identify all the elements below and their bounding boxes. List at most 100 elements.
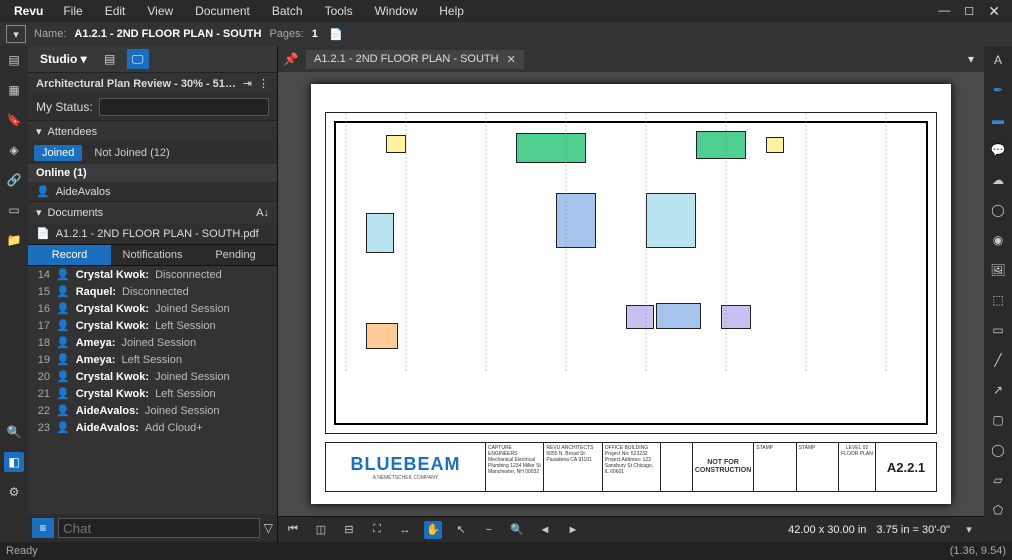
tab-close-icon[interactable]: ✕ (507, 53, 516, 66)
tool-poly-icon[interactable]: ▱ (988, 470, 1008, 490)
tool-callout-icon[interactable]: ◯ (988, 200, 1008, 220)
menu-file[interactable]: File (53, 4, 92, 18)
fit-page-icon[interactable]: ⛶ (368, 521, 386, 539)
new-doc-dropdown[interactable]: ▾ (6, 25, 26, 43)
document-canvas[interactable]: BLUEBEAM A NEMETSCHEK COMPANY CAPTURE EN… (278, 72, 984, 516)
chat-filter-icon[interactable]: ▽ (264, 521, 273, 535)
record-row: 16👤Crystal Kwok:Joined Session (28, 300, 277, 317)
tab-record[interactable]: Record (28, 245, 111, 265)
tool-pen-icon[interactable]: ✒ (988, 80, 1008, 100)
panel-projects-icon[interactable]: 🖵 (127, 49, 149, 69)
not-joined-pill[interactable]: Not Joined (12) (86, 145, 177, 161)
menu-help[interactable]: Help (429, 4, 474, 18)
menu-batch[interactable]: Batch (262, 4, 313, 18)
menu-bar: Revu File Edit View Document Batch Tools… (0, 0, 1012, 22)
rail-forms-icon[interactable]: ▭ (4, 200, 24, 220)
tool-text-icon[interactable]: A (988, 50, 1008, 70)
tool-line-icon[interactable]: ╱ (988, 350, 1008, 370)
name-label: Name: (34, 28, 66, 40)
attendees-toggle[interactable]: ▾ (36, 125, 42, 138)
tool-stamp-icon[interactable]: ◉ (988, 230, 1008, 250)
title-block: BLUEBEAM A NEMETSCHEK COMPANY CAPTURE EN… (325, 442, 937, 492)
zoom-in-icon[interactable]: 🔍 (508, 521, 526, 539)
rail-grid-icon[interactable]: ▦ (4, 80, 24, 100)
session-menu-icon[interactable]: ⋮ (258, 77, 269, 90)
attendee-row[interactable]: 👤 AideAvalos (28, 182, 277, 201)
split-h-icon[interactable]: ◫ (312, 521, 330, 539)
record-row: 17👤Crystal Kwok:Left Session (28, 317, 277, 334)
tool-ellipse-icon[interactable]: ◯ (988, 440, 1008, 460)
rail-thumbnails-icon[interactable]: ▤ (4, 50, 24, 70)
menu-edit[interactable]: Edit (95, 4, 136, 18)
record-row: 21👤Crystal Kwok:Left Session (28, 385, 277, 402)
tab-notifications[interactable]: Notifications (111, 245, 194, 265)
pages-label: Pages: (269, 28, 303, 40)
record-row: 19👤Ameya:Left Session (28, 351, 277, 368)
tool-note-icon[interactable]: 💬 (988, 140, 1008, 160)
record-row: 18👤Ameya:Joined Session (28, 334, 277, 351)
attendee-name: AideAvalos (56, 186, 111, 198)
document-item[interactable]: 📄 A1.2.1 - 2ND FLOOR PLAN - SOUTH.pdf (28, 223, 277, 244)
rail-bookmark-icon[interactable]: 🔖 (4, 110, 24, 130)
menu-window[interactable]: Window (365, 4, 428, 18)
tool-shape-icon[interactable]: ⬠ (988, 500, 1008, 520)
status-ready: Ready (6, 545, 38, 557)
select-icon[interactable]: ↖ (452, 521, 470, 539)
chat-input[interactable] (58, 518, 260, 538)
minimize-icon[interactable]: — (938, 3, 950, 20)
first-page-icon[interactable]: ⏮ (284, 521, 302, 539)
tool-image-icon[interactable]: 🖼 (988, 260, 1008, 280)
tool-sel-icon[interactable]: ▭ (988, 320, 1008, 340)
scale-dropdown-icon[interactable]: ▾ (960, 521, 978, 539)
tab-pending[interactable]: Pending (194, 245, 277, 265)
tab-overflow-icon[interactable]: ▾ (962, 52, 980, 66)
rail-studio-icon[interactable]: ◧ (4, 452, 24, 472)
tool-crop-icon[interactable]: ⬚ (988, 290, 1008, 310)
tool-rect-icon[interactable]: ▢ (988, 410, 1008, 430)
session-name-row: Architectural Plan Review - 30% - 518-46… (28, 72, 277, 94)
tab-title: A1.2.1 - 2ND FLOOR PLAN - SOUTH (314, 53, 499, 65)
tool-cloud-icon[interactable]: ☁ (988, 170, 1008, 190)
document-filename: A1.2.1 - 2ND FLOOR PLAN - SOUTH.pdf (56, 228, 259, 240)
leave-session-icon[interactable]: ⇥ (243, 77, 252, 90)
fit-width-icon[interactable]: ↔ (396, 521, 414, 539)
page-action-icon[interactable]: 📄 (326, 25, 346, 43)
documents-toggle[interactable]: ▾ (36, 206, 42, 219)
pin-icon[interactable]: 📌 (282, 50, 300, 68)
sheet-number: A2.2.1 (876, 443, 936, 491)
joined-pill[interactable]: Joined (34, 145, 82, 161)
sort-icon[interactable]: A↓ (256, 207, 269, 219)
tool-highlight-icon[interactable]: ▬ (988, 110, 1008, 130)
rail-settings-icon[interactable]: ⚙ (4, 482, 24, 502)
person-icon: 👤 (56, 421, 70, 434)
panel-sessions-icon[interactable]: ▤ (99, 49, 121, 69)
rail-file-icon[interactable]: 📁 (4, 230, 24, 250)
rail-layers-icon[interactable]: ◈ (4, 140, 24, 160)
chat-toggle-icon[interactable]: ≡ (32, 518, 54, 538)
my-status-dropdown[interactable] (99, 98, 269, 116)
record-row: 14👤Crystal Kwok:Disconnected (28, 266, 277, 283)
prev-view-icon[interactable]: ◄ (536, 521, 554, 539)
rail-links-icon[interactable]: 🔗 (4, 170, 24, 190)
document-tab[interactable]: A1.2.1 - 2ND FLOOR PLAN - SOUTH ✕ (306, 50, 524, 69)
person-icon: 👤 (56, 285, 70, 298)
close-icon[interactable]: ✕ (988, 3, 1000, 20)
doc-name: A1.2.1 - 2ND FLOOR PLAN - SOUTH (74, 28, 261, 40)
menu-tools[interactable]: Tools (315, 4, 363, 18)
next-view-icon[interactable]: ► (564, 521, 582, 539)
tool-arrow-icon[interactable]: ↗ (988, 380, 1008, 400)
my-status-label: My Status: (36, 100, 93, 114)
maximize-icon[interactable]: ◻ (964, 3, 974, 20)
record-list[interactable]: 14👤Crystal Kwok:Disconnected 15👤Raquel:D… (28, 266, 277, 514)
menu-document[interactable]: Document (185, 4, 260, 18)
zoom-out-icon[interactable]: − (480, 521, 498, 539)
studio-dropdown[interactable]: Studio ▾ (34, 50, 93, 68)
online-header: Online (1) (28, 164, 277, 182)
pan-icon[interactable]: ✋ (424, 521, 442, 539)
rail-search-icon[interactable]: 🔍 (4, 422, 24, 442)
menu-view[interactable]: View (137, 4, 183, 18)
page-scale: 3.75 in = 30'-0" (876, 524, 950, 536)
split-v-icon[interactable]: ⊟ (340, 521, 358, 539)
brand: Revu (6, 4, 51, 18)
record-row: 20👤Crystal Kwok:Joined Session (28, 368, 277, 385)
